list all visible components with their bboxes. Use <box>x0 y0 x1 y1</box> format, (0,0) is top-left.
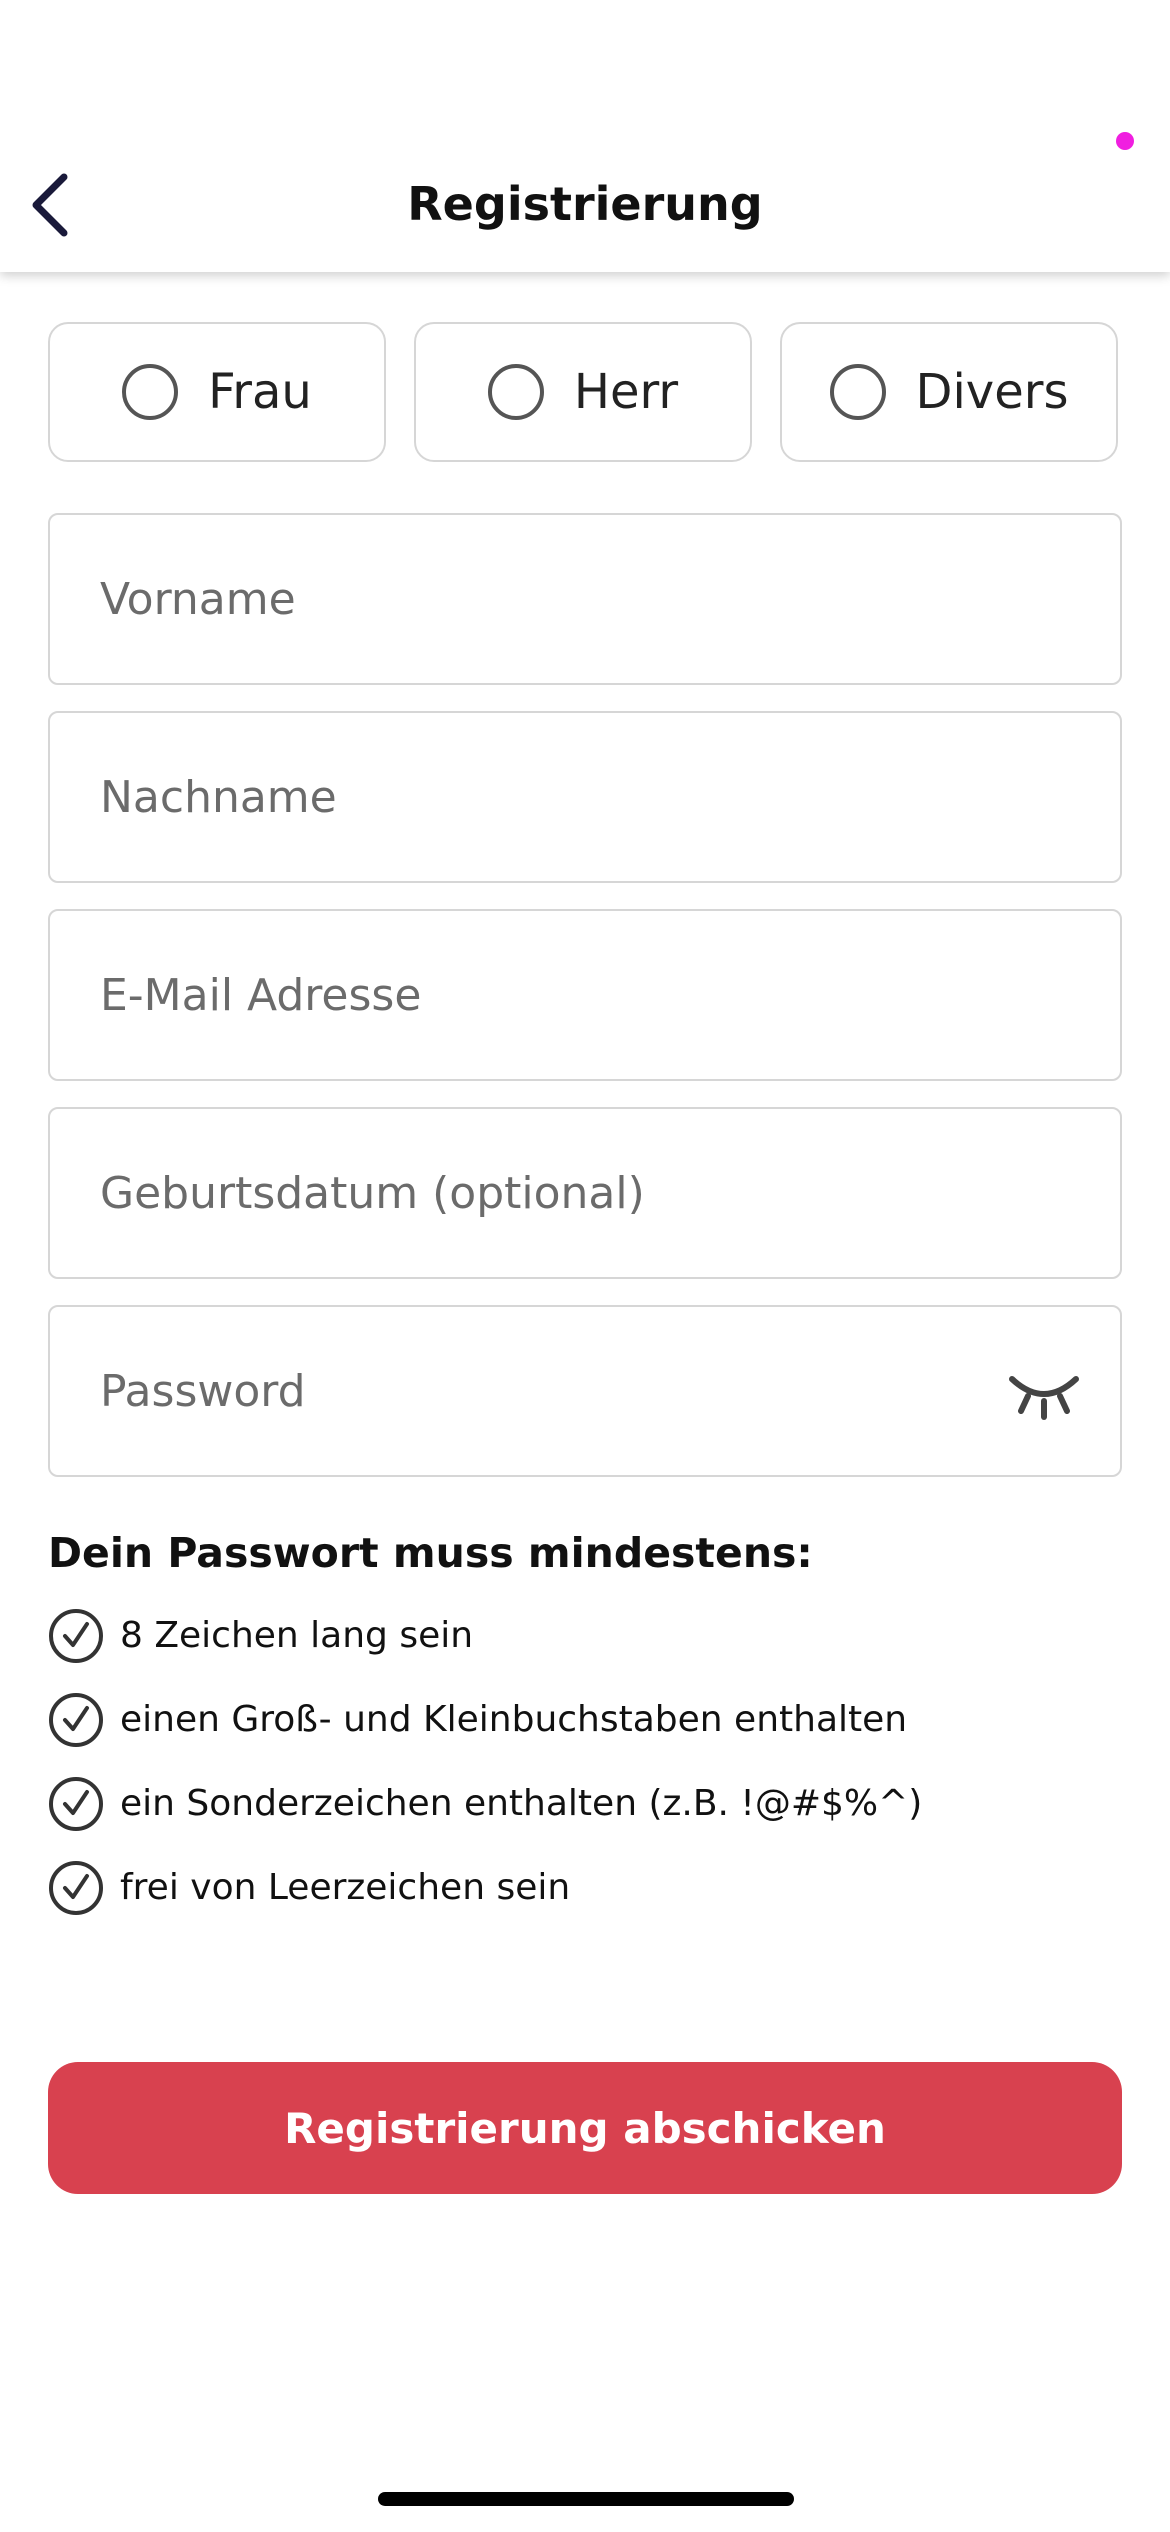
email-field <box>48 909 1122 1081</box>
password-input[interactable] <box>50 1307 1120 1475</box>
check-circle-icon <box>49 1861 103 1915</box>
password-rules-title: Dein Passwort muss mindestens: <box>48 1529 813 1577</box>
submit-registration-button[interactable]: Registrierung abschicken <box>48 2062 1122 2194</box>
gender-label: Divers <box>915 364 1069 420</box>
check-circle-icon <box>49 1777 103 1831</box>
first-name-input[interactable] <box>50 515 1120 683</box>
check-circle-icon <box>49 1609 103 1663</box>
radio-circle-icon[interactable] <box>487 364 544 420</box>
password-rule-item: einen Groß- und Kleinbuchstaben enthalte… <box>48 1692 907 1748</box>
gender-option-divers[interactable]: Divers <box>780 322 1118 462</box>
radio-circle-icon[interactable] <box>829 364 886 420</box>
rule-text: einen Groß- und Kleinbuchstaben enthalte… <box>120 1699 908 1740</box>
gender-label: Herr <box>573 364 679 420</box>
password-rule-item: 8 Zeichen lang sein <box>48 1608 473 1664</box>
last-name-field <box>48 711 1122 883</box>
eye-closed-icon <box>1009 1376 1079 1420</box>
rule-text: 8 Zeichen lang sein <box>120 1615 474 1656</box>
rule-text: ein Sonderzeichen enthalten (z.B. !@#$%^… <box>120 1783 923 1824</box>
email-input[interactable] <box>50 911 1120 1079</box>
gender-option-frau[interactable]: Frau <box>48 322 386 462</box>
gender-option-herr[interactable]: Herr <box>414 322 752 462</box>
radio-circle-icon[interactable] <box>122 364 179 420</box>
birthdate-input[interactable] <box>50 1109 1120 1277</box>
password-rule-item: ein Sonderzeichen enthalten (z.B. !@#$%^… <box>48 1776 922 1832</box>
password-visibility-toggle[interactable] <box>1006 1365 1082 1421</box>
app-header: Registrierung <box>0 0 1170 272</box>
check-circle-icon <box>49 1693 103 1747</box>
password-field <box>48 1305 1122 1477</box>
home-indicator <box>378 2492 794 2506</box>
gender-label: Frau <box>208 364 312 420</box>
page-title: Registrierung <box>407 177 763 231</box>
birthdate-field <box>48 1107 1122 1279</box>
rule-text: frei von Leerzeichen sein <box>120 1867 571 1908</box>
first-name-field <box>48 513 1122 685</box>
last-name-input[interactable] <box>50 713 1120 881</box>
status-dot <box>1116 132 1134 150</box>
password-rule-item: frei von Leerzeichen sein <box>48 1860 570 1916</box>
